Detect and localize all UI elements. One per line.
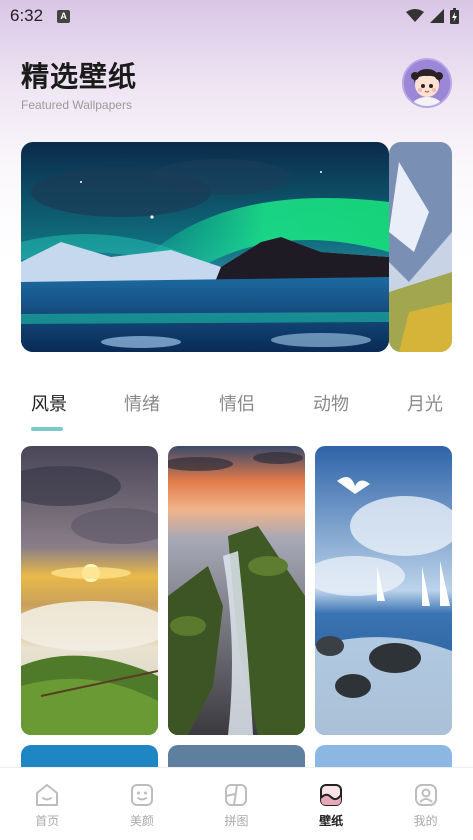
bottom-navigation: 首页 美颜 拼图 壁纸 我的 [0,767,473,840]
tab-moonlight[interactable]: 月光 [407,390,443,416]
mossy-rocks-sea-image [168,446,305,735]
nav-beauty-label: 美颜 [129,814,154,828]
aurora-landscape-image [21,142,389,352]
status-icons [406,8,459,24]
nav-wallpaper-label: 壁纸 [319,814,344,828]
tab-mood[interactable]: 情绪 [124,390,160,416]
status-time: 6:32 [10,6,44,25]
featured-banner-aurora[interactable] [21,142,389,352]
avatar-illustration [404,60,450,106]
wallpaper-icon [320,784,343,806]
sunrise-clouds-image [21,446,158,735]
tab-animal[interactable]: 动物 [313,390,349,416]
battery-icon [450,8,459,24]
snowy-mountain-image [389,142,452,352]
beauty-face-icon [130,784,153,806]
nav-profile-label: 我的 [413,814,438,828]
featured-banner-next[interactable] [389,142,452,352]
signal-icon [430,9,444,23]
nav-profile[interactable]: 我的 [378,768,473,840]
avatar[interactable] [402,58,452,108]
nav-collage-label: 拼图 [224,814,249,828]
nav-beauty[interactable]: 美颜 [95,768,190,840]
nav-home-label: 首页 [35,814,60,828]
tab-indicator [31,427,63,431]
seagull-sailboats-image [315,446,452,735]
status-bar: 6:32 A [0,0,473,32]
collage-icon [225,784,248,806]
wallpaper-card-sunrise[interactable] [21,446,158,735]
profile-icon [414,784,437,806]
home-face-icon [36,784,59,806]
tab-scenery[interactable]: 风景 [31,390,67,416]
page-subtitle: Featured Wallpapers [21,98,132,112]
nav-collage[interactable]: 拼图 [189,768,284,840]
wifi-icon [406,9,424,22]
nav-wallpaper[interactable]: 壁纸 [284,768,379,840]
category-tabs: 风景 情绪 情侣 动物 月光 [0,390,473,434]
wallpaper-card-seagull[interactable] [315,446,452,735]
wallpaper-card-rocks[interactable] [168,446,305,735]
tab-couple[interactable]: 情侣 [219,390,255,416]
nav-home[interactable]: 首页 [0,768,95,840]
notification-icon: A [57,9,71,23]
page-title: 精选壁纸 [21,60,138,93]
